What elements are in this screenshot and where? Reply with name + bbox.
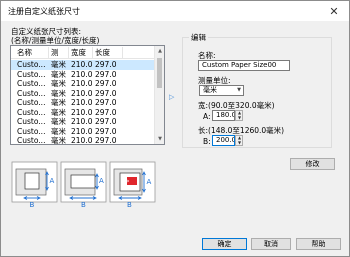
name-input[interactable]: Custom Paper Size00 bbox=[198, 60, 290, 71]
cell-width: 210.0 bbox=[71, 107, 92, 117]
illustration-panel-landscape: A B bbox=[60, 161, 107, 209]
list-item[interactable]: Custo... 毫米 210.0 297.0 bbox=[11, 117, 154, 127]
list-item[interactable]: Custo... 毫米 210.0 297.0 bbox=[11, 136, 154, 145]
help-button[interactable]: 帮助 bbox=[296, 238, 341, 250]
spin-down-icon[interactable]: ▼ bbox=[237, 116, 242, 120]
modify-button[interactable]: 修改 bbox=[290, 158, 335, 170]
cell-width: 210.0 bbox=[71, 69, 92, 79]
title-bar: 注册自定义纸张尺寸 ✕ bbox=[1, 1, 349, 21]
list-item[interactable]: Custo... 毫米 210.0 297.0 bbox=[11, 108, 154, 118]
close-button[interactable]: ✕ bbox=[319, 1, 349, 21]
cell-name: Custo... bbox=[17, 60, 46, 69]
scroll-up-icon[interactable]: ▲ bbox=[155, 46, 164, 56]
cell-name: Custo... bbox=[17, 117, 46, 126]
cell-name: Custo... bbox=[17, 107, 46, 117]
illus-label-a-2: A bbox=[99, 177, 104, 185]
cell-name: Custo... bbox=[17, 98, 46, 107]
cell-width: 210.0 bbox=[71, 136, 92, 145]
cell-name: Custo... bbox=[17, 88, 46, 98]
column-header-unit[interactable]: 测 bbox=[48, 46, 68, 59]
list-label-line2: (名称/测量单位/宽度/长度) bbox=[11, 35, 100, 45]
cell-unit: 毫米 bbox=[51, 107, 66, 117]
dialog-title: 注册自定义纸张尺寸 bbox=[8, 7, 80, 16]
illustration-panel-portrait: A B bbox=[11, 161, 58, 209]
illus-label-a: A bbox=[50, 177, 55, 185]
cell-unit: 毫米 bbox=[51, 126, 66, 136]
list-header: 名称 测 宽度 长度 bbox=[11, 46, 154, 59]
cell-width: 210.0 bbox=[71, 88, 92, 98]
chevron-down-icon: ▼ bbox=[237, 87, 241, 93]
unit-select-value: 毫米 bbox=[203, 86, 217, 94]
length-prefix: B: bbox=[203, 137, 211, 146]
cancel-button[interactable]: 取消 bbox=[251, 238, 291, 250]
cell-length: 297.0 bbox=[95, 136, 117, 145]
cell-unit: 毫米 bbox=[51, 117, 66, 126]
illus-label-b-2: B bbox=[81, 201, 86, 209]
illus-label-b: B bbox=[30, 201, 35, 209]
column-header-width[interactable]: 宽度 bbox=[68, 46, 92, 59]
unit-select[interactable]: 毫米 ▼ bbox=[199, 85, 244, 96]
width-prefix: A: bbox=[203, 112, 211, 121]
cell-length: 297.0 bbox=[95, 107, 117, 117]
width-input[interactable]: 180.0 bbox=[212, 110, 235, 121]
illus-label-a-3: A bbox=[147, 178, 152, 186]
length-spinner[interactable]: ▲ ▼ bbox=[235, 135, 243, 146]
length-input[interactable]: 200.0 bbox=[212, 135, 235, 146]
list-item[interactable]: Custo... 毫米 210.0 297.0 bbox=[11, 60, 154, 70]
cell-length: 297.0 bbox=[95, 126, 117, 136]
custom-paper-size-list[interactable]: 名称 测 宽度 长度 Custo... 毫米 210.0 297.0 Custo... 毫… bbox=[10, 45, 165, 145]
cell-length: 297.0 bbox=[95, 98, 117, 107]
cell-unit: 毫米 bbox=[51, 88, 66, 98]
custom-paper-list-label: 自定义纸张尺寸列表: (名称/测量单位/宽度/长度) bbox=[11, 27, 100, 45]
column-header-length[interactable]: 长度 bbox=[92, 46, 122, 59]
cell-unit: 毫米 bbox=[51, 98, 66, 107]
illustration-panel-feed: A B bbox=[109, 161, 156, 209]
close-icon: ✕ bbox=[329, 4, 339, 18]
cell-length: 297.0 bbox=[95, 117, 117, 126]
spin-down-icon[interactable]: ▼ bbox=[237, 141, 242, 145]
edit-group-label: 编辑 bbox=[189, 32, 208, 43]
cell-name: Custo... bbox=[17, 136, 46, 145]
scroll-thumb[interactable] bbox=[157, 58, 162, 88]
width-spinner[interactable]: ▲ ▼ bbox=[235, 110, 243, 121]
cell-width: 210.0 bbox=[71, 126, 92, 136]
cell-unit: 毫米 bbox=[51, 136, 66, 145]
cell-unit: 毫米 bbox=[51, 69, 66, 79]
cell-length: 297.0 bbox=[95, 69, 117, 79]
register-custom-paper-size-dialog: 注册自定义纸张尺寸 ✕ 自定义纸张尺寸列表: (名称/测量单位/宽度/长度) 名… bbox=[0, 0, 350, 257]
cell-unit: 毫米 bbox=[51, 79, 66, 88]
list-item[interactable]: Custo... 毫米 210.0 297.0 bbox=[11, 98, 154, 108]
cell-length: 297.0 bbox=[95, 88, 117, 98]
illus-label-b-3: B bbox=[127, 201, 132, 209]
list-item[interactable]: Custo... 毫米 210.0 297.0 bbox=[11, 127, 154, 137]
cell-width: 210.0 bbox=[71, 117, 92, 126]
cell-length: 297.0 bbox=[95, 60, 117, 69]
list-rows: Custo... 毫米 210.0 297.0 Custo... 毫米 210.0 297.0… bbox=[11, 60, 154, 145]
column-header-name[interactable]: 名称 bbox=[14, 46, 48, 59]
cell-name: Custo... bbox=[17, 126, 46, 136]
cell-width: 210.0 bbox=[71, 60, 92, 69]
cell-name: Custo... bbox=[17, 79, 46, 88]
list-item[interactable]: Custo... 毫米 210.0 297.0 bbox=[11, 89, 154, 99]
cell-unit: 毫米 bbox=[51, 60, 66, 69]
arrow-right-icon: ▷ bbox=[169, 93, 175, 101]
cell-length: 297.0 bbox=[95, 79, 117, 88]
ok-button[interactable]: 确定 bbox=[202, 238, 247, 250]
list-item[interactable]: Custo... 毫米 210.0 297.0 bbox=[11, 70, 154, 80]
cell-name: Custo... bbox=[17, 69, 46, 79]
list-item[interactable]: Custo... 毫米 210.0 297.0 bbox=[11, 79, 154, 89]
scroll-down-icon[interactable]: ▼ bbox=[155, 134, 164, 144]
cell-width: 210.0 bbox=[71, 79, 92, 88]
paper-feed-illustration: A B A B A B bbox=[11, 161, 156, 209]
list-scrollbar[interactable]: ▲ ▼ bbox=[154, 46, 164, 144]
cell-width: 210.0 bbox=[71, 98, 92, 107]
